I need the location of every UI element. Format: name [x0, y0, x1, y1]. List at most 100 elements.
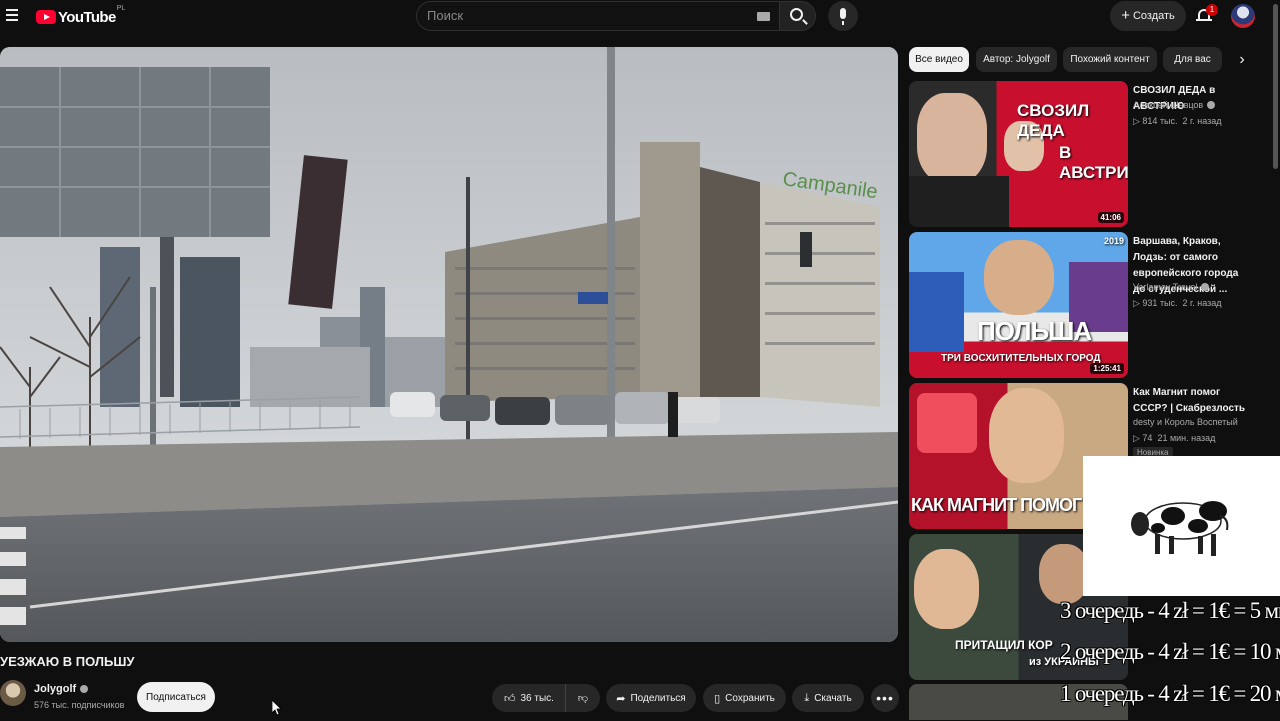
thumb-face: [914, 549, 979, 629]
verified-icon: [1201, 283, 1210, 291]
related-filter-chips: Все видео Автор: Jolygolf Похожий контен…: [909, 47, 1249, 73]
thumbs-up-icon: 👍︎: [504, 692, 516, 705]
bookmark-icon: ▯: [714, 692, 721, 705]
view-count: 74: [1142, 433, 1153, 443]
thumb-face-2: [1039, 544, 1089, 604]
like-count: 36 тыс.: [520, 692, 554, 704]
more-actions-button[interactable]: •••: [871, 684, 899, 712]
chip-for-you[interactable]: Для вас: [1163, 47, 1222, 72]
verified-icon: [1207, 101, 1216, 109]
thumb-text: ПОЛЬША: [977, 316, 1092, 346]
play-icon: ▷: [1133, 433, 1143, 443]
subscribe-button[interactable]: Подписаться: [137, 682, 215, 712]
microphone-icon: [840, 8, 846, 25]
author-name: Алексей Шевцов: [1133, 100, 1204, 110]
video-thumbnail[interactable]: СВОЗИЛ ДЕДА В АВСТРИЮ 41:06: [909, 81, 1128, 227]
share-label: Поделиться: [630, 692, 686, 704]
author-name: Varlamov Travel: [1133, 282, 1198, 292]
subscriber-count: 576 тыс. подписчиков: [34, 700, 125, 710]
thumb-subtext: ТРИ ВОСХИТИТЕЛЬНЫХ ГОРОД: [941, 353, 1101, 364]
channel-avatar[interactable]: [0, 680, 26, 706]
voice-search-button[interactable]: [828, 1, 858, 31]
thumb-shirt: [909, 176, 1009, 227]
overlay-line-1: 1 очередь - 4 zł = 1€ = 20 мин: [1060, 681, 1280, 706]
bell-icon-base: [1196, 19, 1212, 21]
more-icon: •••: [876, 690, 894, 706]
video-player[interactable]: Campanile: [0, 47, 898, 642]
play-icon: ▷: [1133, 298, 1143, 308]
thumb-text: КАК МАГНИТ ПОМОГ С: [911, 495, 1098, 515]
chip-author[interactable]: Автор: Jolygolf: [976, 47, 1057, 72]
download-button[interactable]: ⤓ Скачать: [792, 684, 864, 712]
download-label: Скачать: [814, 692, 852, 704]
recommendation-item[interactable]: 2019 ПОЛЬША ТРИ ВОСХИТИТЕЛЬНЫХ ГОРОД 1:2…: [909, 232, 1269, 378]
video-duration: 41:06: [1097, 212, 1124, 223]
create-label: Создать: [1132, 10, 1175, 22]
thumb-year: 2019: [1103, 236, 1124, 246]
keyboard-icon[interactable]: [757, 12, 770, 21]
like-dislike-group: 👍︎ 36 тыс. 👎︎: [492, 684, 600, 712]
search-icon: [790, 8, 803, 21]
search-input[interactable]: [427, 8, 747, 23]
thumb-text: ПРИТАЩИЛ КОР: [955, 638, 1053, 652]
video-duration: 1:25:41: [1090, 363, 1124, 374]
menu-icon[interactable]: [4, 6, 22, 26]
thumb-face: [989, 388, 1064, 483]
chip-similar[interactable]: Похожий контент: [1063, 47, 1157, 72]
search-box: [416, 1, 780, 31]
scrollbar-thumb[interactable]: [1273, 4, 1278, 169]
overlay-line-2: 2 очередь - 4 zł = 1€ = 10 мин: [1060, 639, 1280, 664]
video-title: УЕЗЖАЮ В ПОЛЬШУ: [0, 654, 135, 669]
youtube-logo[interactable]: YouTube PL: [36, 5, 126, 27]
download-icon: ⤓: [804, 691, 810, 704]
dislike-button[interactable]: 👎︎: [566, 684, 600, 712]
save-button[interactable]: ▯ Сохранить: [703, 684, 786, 712]
recommendation-item[interactable]: СВОЗИЛ ДЕДА В АВСТРИЮ 41:06 СВОЗИЛ ДЕДА …: [909, 81, 1269, 227]
thumb-face: [984, 240, 1054, 315]
mouse-cursor: [272, 700, 282, 716]
logo-region: PL: [116, 5, 126, 12]
video-age: 2 г. назад: [1182, 116, 1222, 126]
create-button[interactable]: + Создать: [1110, 1, 1186, 31]
thumb-building: [909, 272, 964, 352]
top-bar: YouTube PL + Создать 1: [0, 0, 1280, 34]
video-meta: ▷ 814 тыс. 2 г. назад: [1133, 116, 1222, 127]
thumb-face: [917, 93, 987, 183]
chevron-right-icon[interactable]: ›: [1232, 50, 1252, 70]
video-thumbnail[interactable]: 2019 ПОЛЬША ТРИ ВОСХИТИТЕЛЬНЫХ ГОРОД 1:2…: [909, 232, 1128, 378]
save-label: Сохранить: [725, 692, 775, 704]
video-title[interactable]: СВОЗИЛ ДЕДА в АВСТРИЮ: [1133, 83, 1253, 115]
video-frame: Campanile: [0, 47, 898, 642]
like-button[interactable]: 👍︎ 36 тыс.: [492, 684, 566, 712]
share-icon: ➦: [616, 692, 626, 705]
thumb-text-2: В АВСТРИЮ: [1059, 143, 1128, 182]
share-button[interactable]: ➦ Поделиться: [606, 684, 696, 712]
channel-name-text: Jolygolf: [34, 683, 77, 695]
search-button[interactable]: [780, 1, 816, 31]
magnit-logo: [917, 393, 977, 453]
video-age: 2 г. назад: [1182, 298, 1222, 308]
video-author[interactable]: desty и Король Воспетый: [1133, 417, 1238, 427]
video-age: 21 мин. назад: [1157, 433, 1216, 443]
video-author[interactable]: Varlamov Travel: [1133, 282, 1210, 292]
video-title[interactable]: Как Магнит помог СССР? | Скабрезлость: [1133, 385, 1253, 417]
thumbs-down-icon: 👎︎: [577, 693, 589, 704]
cow-icon: [1131, 501, 1229, 556]
overlay-line-3: 3 очередь - 4 zł = 1€ = 5 мин: [1060, 598, 1280, 623]
account-avatar[interactable]: [1231, 4, 1255, 28]
video-author[interactable]: Алексей Шевцов: [1133, 100, 1216, 110]
video-meta: ▷ 931 тыс. 2 г. назад: [1133, 298, 1222, 309]
channel-name[interactable]: Jolygolf: [34, 683, 89, 695]
chip-all-videos[interactable]: Все видео: [909, 47, 969, 72]
notification-badge: 1: [1206, 4, 1218, 16]
verified-icon: [80, 685, 89, 693]
thumb-text: СВОЗИЛ ДЕДА: [1017, 101, 1090, 140]
street-sign: [578, 292, 608, 304]
view-count: 931 тыс.: [1142, 298, 1178, 308]
youtube-logo-icon: [36, 10, 56, 24]
dancing-cow-overlay: [1083, 456, 1280, 596]
plus-icon: +: [1121, 7, 1130, 24]
logo-text: YouTube: [58, 8, 116, 26]
play-icon: ▷: [1133, 116, 1143, 126]
notifications-button[interactable]: 1: [1196, 4, 1218, 25]
